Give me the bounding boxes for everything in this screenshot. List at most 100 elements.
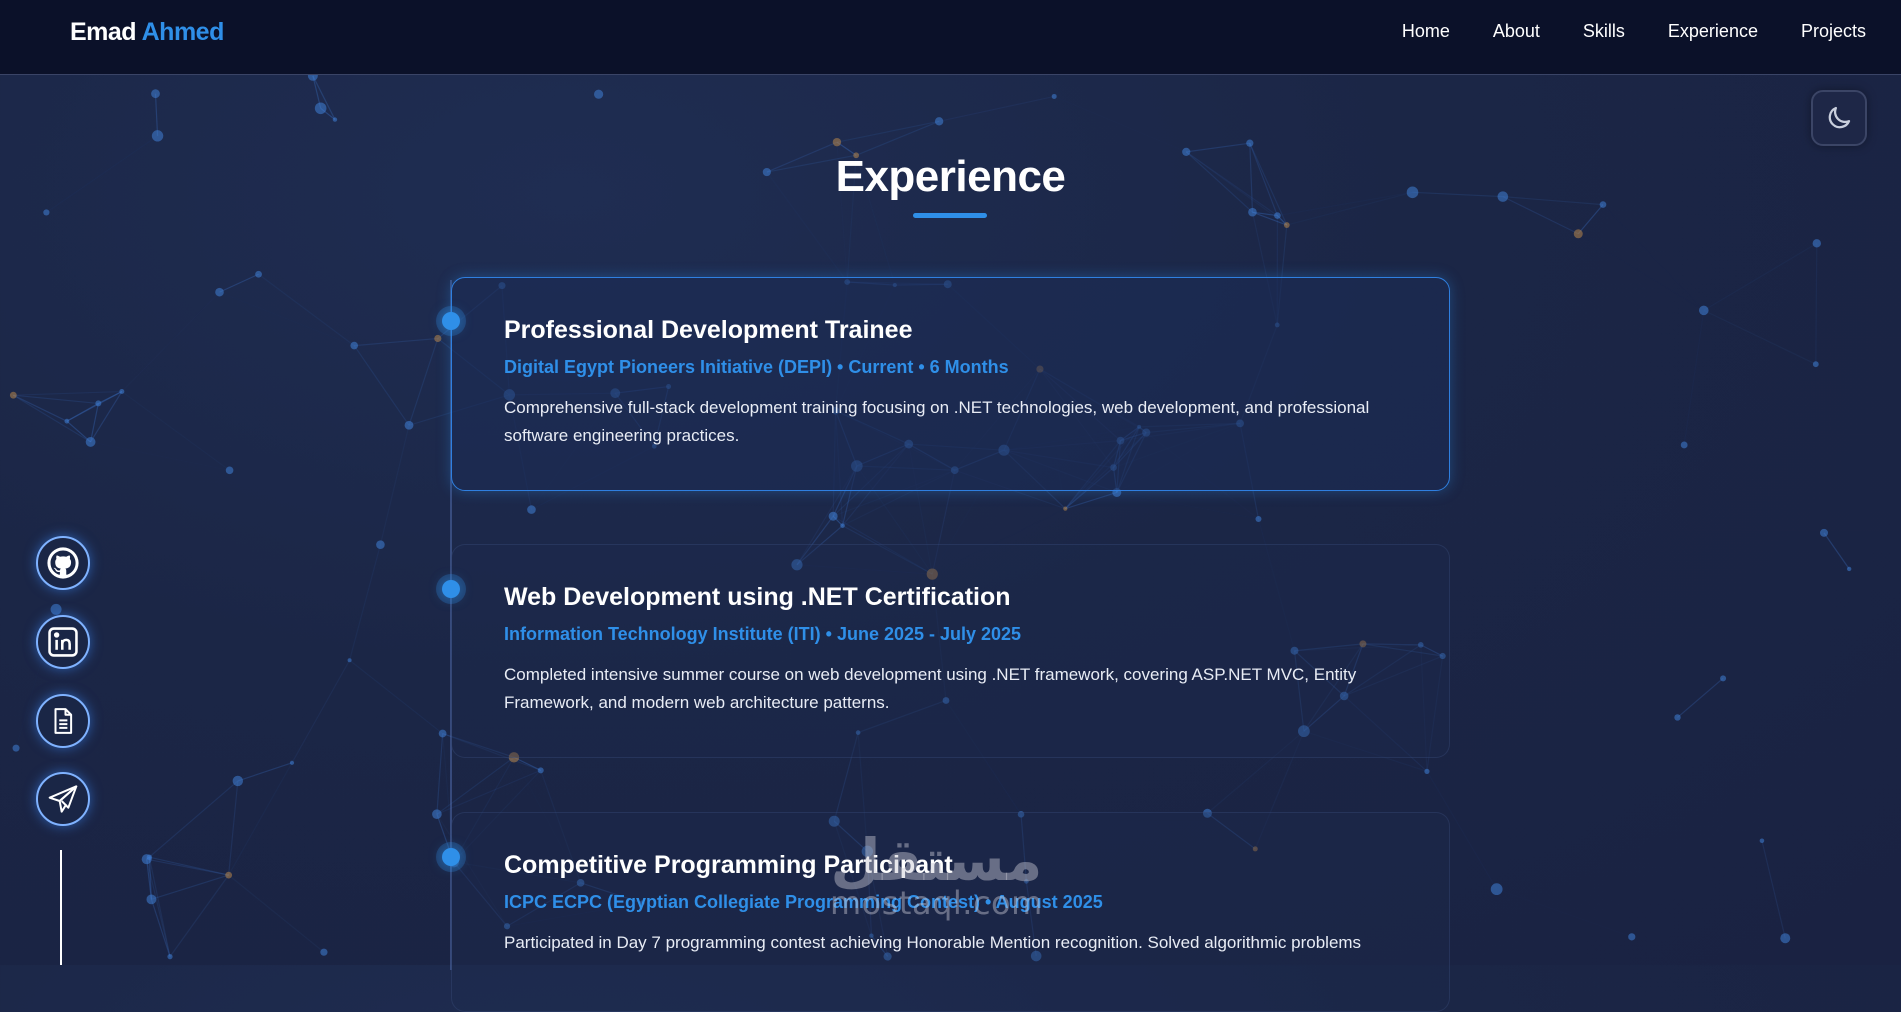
network-link [354,346,409,426]
network-link [259,274,355,345]
network-node [1681,442,1688,449]
resume-button[interactable] [36,694,90,748]
experience-meta: ICPC ECPC (Egyptian Collegiate Programmi… [504,892,1397,913]
paper-plane-icon [47,783,79,815]
network-node [146,894,156,904]
nav-link-projects[interactable]: Projects [1801,21,1866,42]
navbar: Emad Ahmed Home About Skills Experience … [0,0,1901,75]
network-node [1699,306,1709,316]
network-link [1117,492,1259,518]
network-link [151,899,170,956]
nav-link-about[interactable]: About [1493,21,1540,42]
network-link [122,392,230,471]
network-node [1600,201,1607,208]
github-button[interactable] [36,536,90,590]
network-node [320,949,327,956]
network-link [292,660,350,763]
network-link [1704,310,1816,364]
network-node [1274,212,1281,219]
experience-card[interactable]: Competitive Programming Participant ICPC… [451,812,1450,1012]
experience-card[interactable]: Professional Development Trainee Digital… [451,277,1450,491]
network-node [434,335,441,342]
network-link [837,121,939,142]
experience-description: Participated in Day 7 programming contes… [504,929,1397,957]
network-link [856,121,939,155]
network-node [840,523,845,528]
network-link [151,875,228,899]
network-node [1674,714,1680,720]
nav-link-experience[interactable]: Experience [1668,21,1758,42]
network-link [1186,143,1250,152]
network-link [437,734,443,815]
network-node [439,730,447,738]
network-node [119,389,124,394]
experience-meta: Information Technology Institute (ITI) •… [504,624,1397,645]
network-node [43,209,49,215]
network-node [405,421,414,430]
network-link [13,395,90,442]
network-node [290,761,294,765]
brand-logo[interactable]: Emad Ahmed [70,18,224,47]
network-link [229,875,324,952]
brand-first-name: Emad [70,18,136,46]
network-node [1720,675,1726,681]
linkedin-icon [46,625,80,659]
network-link [170,875,229,957]
network-node [255,271,262,278]
title-underline [913,213,987,218]
network-node [1284,222,1290,228]
network-node [233,776,243,786]
network-link [147,859,170,956]
network-link [98,403,229,470]
network-node [1063,507,1067,511]
network-link [437,770,541,814]
experience-card[interactable]: Web Development using .NET Certification… [451,544,1450,758]
nav-link-home[interactable]: Home [1402,21,1450,42]
timeline-dot [442,848,460,866]
experience-description: Completed intensive summer course on web… [504,661,1397,717]
network-node [13,745,20,752]
network-node [432,809,442,819]
moon-icon [1824,103,1854,133]
network-node [1628,933,1635,940]
timeline-dot [442,312,460,330]
network-node [315,102,327,114]
network-link [13,395,98,403]
network-node [935,117,943,125]
document-icon [48,706,78,736]
network-link [122,292,220,391]
network-link [350,660,443,733]
network-node [215,288,224,297]
network-node [1574,229,1583,238]
network-node [1424,769,1429,774]
network-node [348,658,352,662]
network-node [594,90,603,99]
network-node [1847,567,1851,571]
network-node [1813,239,1821,247]
linkedin-button[interactable] [36,615,90,669]
experience-meta: Digital Egypt Pioneers Initiative (DEPI)… [504,357,1397,378]
network-link [1054,96,1186,151]
network-link [151,781,237,899]
network-node [1052,94,1057,99]
social-divider-line [60,850,62,965]
network-node [538,767,544,773]
network-node [10,392,17,399]
timeline-dot [442,580,460,598]
network-node [152,130,163,141]
network-node [225,872,232,879]
network-link [354,338,438,345]
network-node [527,505,536,514]
network-link [939,96,1054,121]
network-node [167,954,172,959]
contact-button[interactable] [36,772,90,826]
network-link [13,392,122,396]
network-node [1780,933,1790,943]
nav-link-skills[interactable]: Skills [1583,21,1625,42]
network-link [1497,889,1632,937]
network-link [1678,717,1762,840]
network-link [1578,205,1603,234]
theme-toggle-button[interactable] [1811,90,1867,146]
network-node [350,342,358,350]
network-node [1491,883,1503,895]
